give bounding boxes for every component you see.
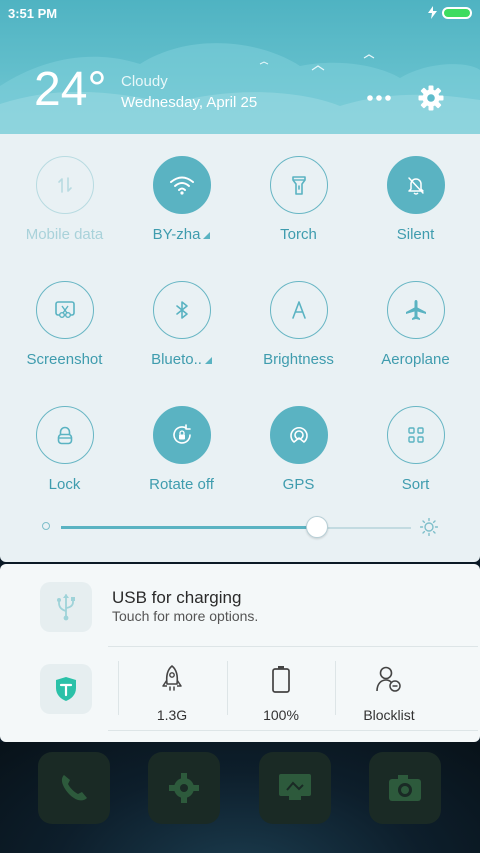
tile-label: Screenshot [26,351,103,368]
tile-label: Torch [280,226,317,243]
tile-sort[interactable]: Sort [357,406,474,506]
tile-label: Rotate off [149,476,214,493]
tile-label: Lock [48,476,81,493]
dock-camera-app[interactable] [369,752,441,824]
status-bar: 3:51 PM [0,0,480,26]
phone-icon [61,775,87,801]
wifi-network-name: BY-zha [152,226,201,243]
settings-gear-icon[interactable] [418,84,444,112]
brightness-slider[interactable] [0,512,480,542]
blocklist-icon [376,666,401,692]
tile-circle [152,406,211,464]
notification-title: USB for charging [112,588,242,607]
slider-fill [61,526,317,529]
settings-app-icon [169,773,199,803]
dock-settings-app[interactable] [148,752,220,824]
notification-header: 3:51 PM 24° Cloudy Wednesday, April 25 [0,0,480,134]
tile-screenshot[interactable]: Screenshot [6,281,123,381]
tile-circle [35,406,94,464]
tile-torch[interactable]: Torch [240,156,357,256]
weather-condition: Cloudy [121,73,168,90]
brightness-low-icon [42,522,50,530]
tile-label: GPS [282,476,315,493]
battery-label: 100% [263,707,299,723]
notification-subtitle: Touch for more options. [112,608,259,624]
tile-circle [386,281,445,339]
grid-icon [407,427,424,443]
rotate-lock-icon [172,424,191,444]
screenshot-icon [54,301,75,318]
torch-icon [291,176,306,195]
memory-label: 1.3G [156,707,188,723]
tile-rotate[interactable]: Rotate off [123,406,240,506]
rocket-icon [162,665,182,691]
gps-icon [289,427,308,443]
usb-icon [57,594,75,621]
tile-lock[interactable]: Lock [6,406,123,506]
slider-thumb[interactable] [305,516,328,538]
dock-themes-app[interactable] [259,752,331,824]
brightness-high-icon [420,518,438,536]
tile-circle [386,406,445,464]
bell-off-icon [407,177,424,195]
camera-icon [389,775,421,801]
tile-label: Silent [396,226,435,243]
divider [108,730,478,731]
weather-temperature: 24° [34,63,107,116]
tile-gps[interactable]: GPS [240,406,357,506]
tile-mobile-data[interactable]: Mobile data [6,156,123,256]
tile-circle [152,156,211,214]
tile-circle [269,156,328,214]
airplane-icon [405,300,426,320]
memory-cleanup-button[interactable]: 1.3G [118,664,226,723]
security-shield-icon [56,677,76,701]
tile-wifi[interactable]: BY-zha [123,156,240,256]
tile-label: Aeroplane [381,351,450,368]
blocklist-label: Blocklist [363,707,415,723]
battery-status-icon [442,7,472,19]
tile-circle [386,156,445,214]
tile-label: Brightness [263,351,334,368]
dock-phone-app[interactable] [38,752,110,824]
tile-circle [269,406,328,464]
dropdown-caret-icon [204,356,212,364]
themes-app-icon [279,774,311,800]
battery-icon [272,666,290,693]
battery-button[interactable]: 100% [227,664,335,723]
bluetooth-icon [175,301,188,319]
status-time: 3:51 PM [8,6,58,21]
blocklist-button[interactable]: Blocklist [335,664,443,723]
lock-icon [57,426,72,445]
tile-circle [152,281,211,339]
divider [108,646,478,647]
brightness-a-icon [291,301,306,319]
tile-bluetooth[interactable]: Blueto.. [123,281,240,381]
security-app-button[interactable] [40,664,92,714]
tile-circle [35,156,94,214]
charging-bolt-icon [428,6,437,19]
bluetooth-label: Blueto.. [151,351,202,368]
tile-label: BY-zha [123,226,240,243]
tile-label: Blueto.. [123,351,240,368]
tile-label: Sort [401,476,430,493]
date-label: Wednesday, April 25 [121,94,258,111]
tile-label: Mobile data [25,226,104,243]
dropdown-caret-icon [203,231,211,239]
tile-aeroplane[interactable]: Aeroplane [357,281,474,381]
mobile-data-icon [57,177,72,193]
more-options-icon[interactable] [366,88,392,108]
tile-silent[interactable]: Silent [357,156,474,256]
wifi-icon [169,176,194,195]
tile-circle [269,281,328,339]
tile-circle [35,281,94,339]
tile-brightness[interactable]: Brightness [240,281,357,381]
usb-notification-icon [40,582,92,632]
